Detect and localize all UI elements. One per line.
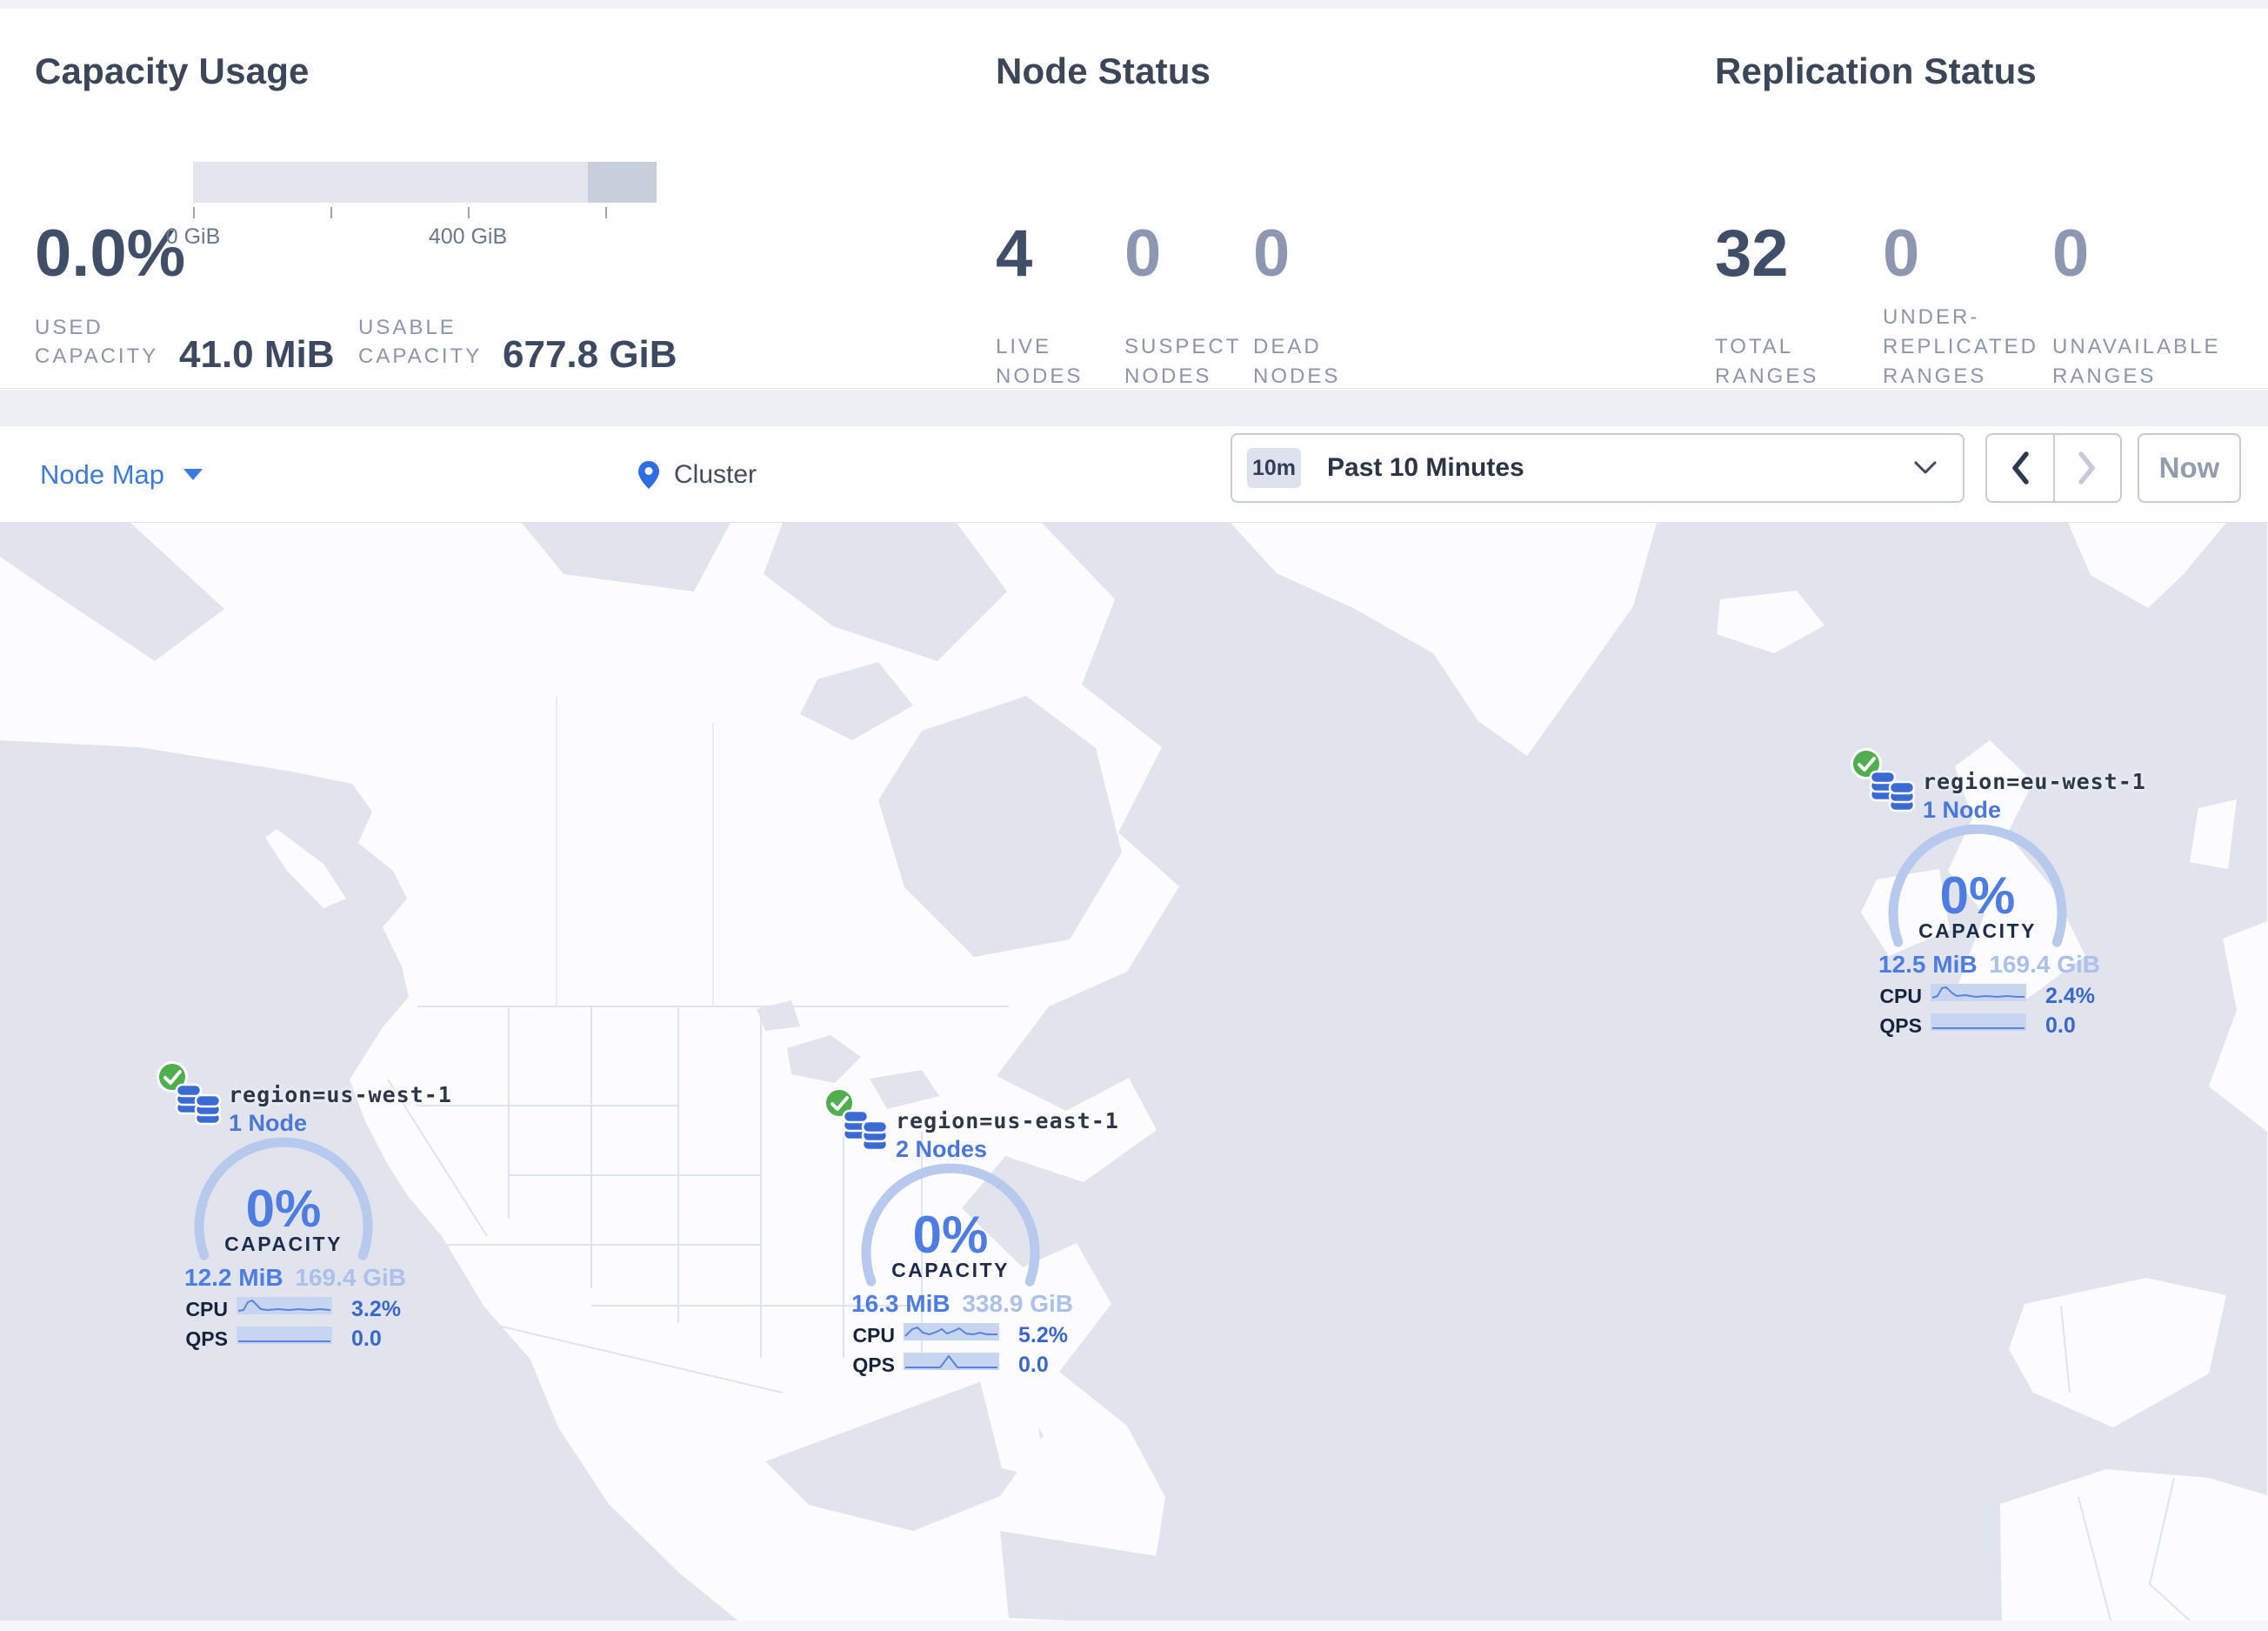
region-node-count: 1 Node xyxy=(229,1110,308,1136)
cluster-summary-panel: Capacity Usage 0.0% 0 GiB 400 GiB USED C… xyxy=(0,9,2268,389)
qps-value: 0.0 xyxy=(1018,1353,1049,1377)
region-total-capacity: 169.4 GiB xyxy=(295,1264,406,1291)
database-nodes-icon xyxy=(1869,770,1916,812)
dead-nodes-value: 0 xyxy=(1253,217,1291,291)
qps-label: QPS xyxy=(1879,1014,1922,1037)
dead-nodes-label: DEAD NODES xyxy=(1253,335,1341,388)
capacity-axis-tick xyxy=(468,207,470,218)
total-ranges-value: 32 xyxy=(1715,217,1789,291)
region-marker-us-east-1[interactable]: region=us-east-1 2 Nodes 0% CAPACITY 16.… xyxy=(811,1079,1118,1392)
suspect-nodes-stat: 0 SUSPECT NODES xyxy=(1124,221,1239,391)
region-total-capacity: 169.4 GiB xyxy=(1989,951,2100,978)
time-range-dropdown[interactable]: 10m Past 10 Minutes xyxy=(1231,433,1964,503)
time-step-back-button[interactable] xyxy=(1987,435,2053,501)
cpu-sparkline xyxy=(904,1323,999,1340)
chevron-down-icon xyxy=(1914,461,1937,474)
chevron-left-icon xyxy=(2012,451,2029,485)
used-capacity-label: USED CAPACITY xyxy=(35,316,159,368)
cpu-value: 3.2% xyxy=(351,1297,401,1321)
usable-capacity-label: USABLE CAPACITY xyxy=(358,316,483,368)
under-replicated-ranges-stat: 0 UNDER-REPLICATED RANGES xyxy=(1883,221,2039,391)
node-map: region=us-west-1 1 Node 0% CAPACITY 12.2… xyxy=(0,523,2268,1631)
view-selector-dropdown[interactable]: Node Map xyxy=(40,426,203,523)
under-replicated-ranges-value: 0 xyxy=(1883,217,1920,291)
total-ranges-stat: 32 TOTAL RANGES xyxy=(1715,221,1828,391)
region-label: region=eu-west-1 xyxy=(1923,769,2146,794)
region-used-capacity: 12.2 MiB xyxy=(184,1264,284,1291)
usable-capacity-stat: USABLE CAPACITY 677.8 GiB xyxy=(358,303,677,376)
capacity-axis-tick xyxy=(605,207,607,218)
chevron-right-icon xyxy=(2078,451,2095,485)
region-label: region=us-east-1 xyxy=(896,1108,1119,1133)
usable-capacity-value: 677.8 GiB xyxy=(503,333,677,376)
replication-status-title: Replication Status xyxy=(1715,50,2037,91)
time-step-forward-button[interactable] xyxy=(2052,435,2121,501)
cpu-sparkline xyxy=(237,1297,332,1314)
under-replicated-ranges-label: UNDER-REPLICATED RANGES xyxy=(1883,305,2038,388)
qps-label: QPS xyxy=(185,1327,228,1350)
node-status-title: Node Status xyxy=(996,50,1211,91)
page-top-strip xyxy=(0,0,2268,9)
region-used-capacity: 12.5 MiB xyxy=(1878,951,1978,978)
time-range-label: Past 10 Minutes xyxy=(1327,453,1524,482)
qps-sparkline xyxy=(904,1353,999,1370)
region-marker-us-west-1[interactable]: region=us-west-1 1 Node 0% CAPACITY 12.2… xyxy=(144,1053,451,1366)
cpu-label: CPU xyxy=(185,1298,228,1320)
region-capacity-percent: 0% xyxy=(245,1180,322,1238)
capacity-bar xyxy=(193,162,657,203)
suspect-nodes-label: SUSPECT NODES xyxy=(1124,335,1241,388)
now-button[interactable]: Now xyxy=(2138,433,2241,503)
map-toolbar: Node Map Cluster 10m Past 10 Minutes Now xyxy=(0,426,2268,523)
capacity-bar-reserved-segment xyxy=(588,162,657,203)
database-nodes-icon xyxy=(175,1083,222,1126)
region-used-capacity: 16.3 MiB xyxy=(851,1290,951,1317)
region-capacity-caption: CAPACITY xyxy=(1918,919,2037,942)
suspect-nodes-value: 0 xyxy=(1124,217,1162,291)
region-capacity-caption: CAPACITY xyxy=(224,1233,343,1255)
qps-value: 0.0 xyxy=(2045,1013,2076,1038)
capacity-axis-label-400: 400 GiB xyxy=(428,224,508,249)
view-selector-label: Node Map xyxy=(40,458,165,490)
live-nodes-stat: 4 LIVE NODES xyxy=(996,221,1109,391)
region-capacity-percent: 0% xyxy=(912,1206,989,1264)
qps-sparkline xyxy=(237,1327,332,1344)
breadcrumb[interactable]: Cluster xyxy=(637,426,757,523)
region-label: region=us-west-1 xyxy=(229,1082,452,1107)
region-capacity-caption: CAPACITY xyxy=(891,1259,1010,1281)
cpu-label: CPU xyxy=(852,1324,895,1347)
capacity-axis-tick xyxy=(330,207,332,218)
capacity-axis-label-0: 0 GiB xyxy=(165,224,221,249)
unavailable-ranges-value: 0 xyxy=(2052,217,2090,291)
region-marker-eu-west-1[interactable]: region=eu-west-1 1 Node 0% CAPACITY 12.5… xyxy=(1838,739,2145,1053)
region-node-count: 1 Node xyxy=(1923,797,2002,823)
breadcrumb-label: Cluster xyxy=(674,459,757,489)
live-nodes-value: 4 xyxy=(996,217,1033,291)
used-capacity-stat: USED CAPACITY 41.0 MiB xyxy=(35,303,335,376)
cpu-value: 5.2% xyxy=(1018,1323,1068,1347)
cpu-label: CPU xyxy=(1879,985,1922,1007)
map-pin-icon xyxy=(638,460,659,489)
cpu-value: 2.4% xyxy=(2045,984,2095,1008)
region-node-count: 2 Nodes xyxy=(896,1136,988,1162)
dead-nodes-stat: 0 DEAD NODES xyxy=(1253,221,1357,391)
time-step-buttons xyxy=(1985,433,2122,503)
page-bottom-strip xyxy=(0,1621,2268,1631)
used-capacity-value: 41.0 MiB xyxy=(179,333,335,376)
panel-gap xyxy=(0,390,2268,426)
total-ranges-label: TOTAL RANGES xyxy=(1715,335,1819,388)
capacity-axis-tick xyxy=(193,207,195,218)
qps-label: QPS xyxy=(852,1354,895,1376)
cpu-sparkline xyxy=(1931,984,2026,1001)
capacity-usage-title: Capacity Usage xyxy=(35,50,310,91)
region-capacity-percent: 0% xyxy=(1939,866,2016,925)
qps-value: 0.0 xyxy=(351,1327,382,1351)
unavailable-ranges-label: UNAVAILABLE RANGES xyxy=(2052,335,2221,388)
time-range-badge: 10m xyxy=(1247,448,1301,488)
database-nodes-icon xyxy=(842,1109,889,1152)
caret-down-icon xyxy=(183,469,203,480)
region-total-capacity: 338.9 GiB xyxy=(962,1290,1073,1317)
qps-sparkline xyxy=(1931,1013,2026,1031)
unavailable-ranges-stat: 0 UNAVAILABLE RANGES xyxy=(2052,217,2218,391)
live-nodes-label: LIVE NODES xyxy=(996,335,1084,388)
